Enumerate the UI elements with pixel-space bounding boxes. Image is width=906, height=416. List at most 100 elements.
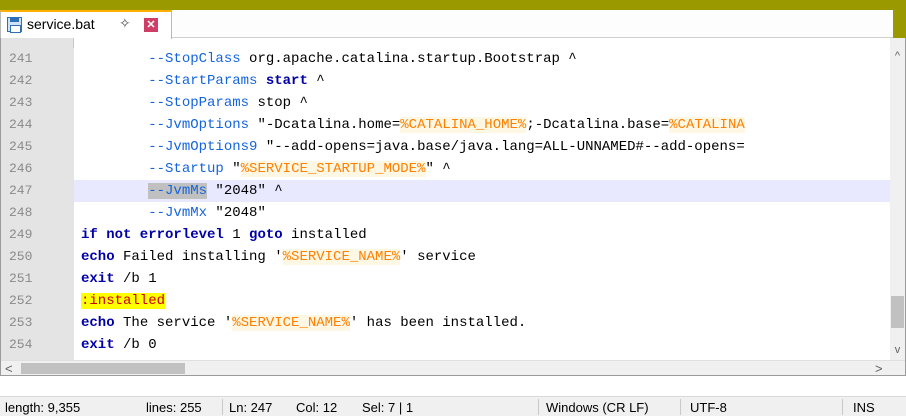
code-line[interactable]: 245 --JvmOptions9 "--add-opens=java.base… <box>1 136 891 158</box>
code-token: --StartParams <box>148 73 258 89</box>
code-token: ' has been installed. <box>349 315 527 331</box>
scroll-right-icon[interactable]: > <box>875 361 883 375</box>
code-token: installed <box>282 227 367 243</box>
code-line[interactable]: 249 if not errorlevel 1 goto installed <box>1 224 891 246</box>
line-code[interactable]: echo The service '%SERVICE_NAME%' has be… <box>81 312 526 334</box>
code-token: /b 1 <box>114 271 157 287</box>
code-token: --StopClass <box>148 51 241 67</box>
line-number: 242 <box>1 70 74 92</box>
scroll-left-icon[interactable]: < <box>5 361 13 375</box>
code-token: ' service <box>400 249 476 265</box>
vertical-scroll-thumb[interactable] <box>891 296 904 328</box>
line-code[interactable]: --JvmMx "2048" <box>81 202 266 224</box>
status-encoding[interactable]: UTF-8 <box>690 400 727 415</box>
line-code[interactable]: --StopParams stop ^ <box>81 92 308 114</box>
vertical-scrollbar[interactable]: ^ v <box>890 38 905 360</box>
code-token: ^ <box>307 73 325 89</box>
code-token: exit <box>81 337 115 353</box>
code-line[interactable]: 242 --StartParams start ^ <box>1 70 891 92</box>
code-token: --JvmOptions <box>148 117 250 133</box>
code-token: echo <box>81 249 115 265</box>
code-token: "2048" ^ <box>207 183 283 199</box>
window-top-stripe <box>0 0 906 10</box>
window-right-stripe <box>893 10 906 38</box>
code-token: %CATALINA_HOME% <box>400 117 527 133</box>
tab-bar: service.bat ✧ ✕ <box>0 10 906 39</box>
code-token: start <box>265 73 308 89</box>
line-code[interactable]: if not errorlevel 1 goto installed <box>81 224 367 246</box>
code-line[interactable]: 246 --Startup "%SERVICE_STARTUP_MODE%" ^ <box>1 158 891 180</box>
code-line[interactable]: 243 --StopParams stop ^ <box>1 92 891 114</box>
line-code[interactable]: --JvmMs "2048" ^ <box>81 180 283 202</box>
status-bar: length: 9,355 lines: 255 Ln: 247 Col: 12… <box>0 396 906 416</box>
line-number: 249 <box>1 224 74 246</box>
code-line[interactable]: 241 --StopClass org.apache.catalina.star… <box>1 48 891 70</box>
code-line[interactable]: 248 --JvmMx "2048" <box>1 202 891 224</box>
line-code[interactable]: :installed <box>81 290 166 312</box>
code-token: echo <box>81 315 115 331</box>
code-lines[interactable]: 241 --StopClass org.apache.catalina.star… <box>1 48 891 375</box>
code-line[interactable]: 251 exit /b 1 <box>1 268 891 290</box>
code-token: "2048" <box>207 205 266 221</box>
code-token: --Startup <box>148 161 224 177</box>
line-code[interactable]: echo Failed installing '%SERVICE_NAME%' … <box>81 246 476 268</box>
code-editor[interactable]: 241 --StopClass org.apache.catalina.star… <box>0 38 906 376</box>
scroll-up-icon[interactable]: ^ <box>890 50 905 64</box>
line-code[interactable]: --JvmOptions9 "--add-opens=java.base/jav… <box>81 136 745 158</box>
line-code[interactable]: --Startup "%SERVICE_STARTUP_MODE%" ^ <box>81 158 451 180</box>
code-token: :installed <box>81 293 166 309</box>
status-eol[interactable]: Windows (CR LF) <box>546 400 649 415</box>
code-token: The service ' <box>114 315 233 331</box>
tab-label: service.bat <box>27 16 95 32</box>
code-token: %SERVICE_STARTUP_MODE% <box>240 161 426 177</box>
code-token: Failed installing ' <box>114 249 283 265</box>
code-token: --JvmMx <box>148 205 208 221</box>
line-number: 244 <box>1 114 74 136</box>
tab-service-bat[interactable]: service.bat ✧ ✕ <box>0 10 172 39</box>
code-line[interactable]: 250 echo Failed installing '%SERVICE_NAME… <box>1 246 891 268</box>
line-number: 254 <box>1 334 74 356</box>
status-insert-mode[interactable]: INS <box>853 400 875 415</box>
pin-icon[interactable]: ✧ <box>119 15 131 32</box>
code-line[interactable]: 247 --JvmMs "2048" ^ <box>1 180 891 202</box>
code-token: if not errorlevel <box>81 227 224 243</box>
horizontal-scroll-thumb[interactable] <box>21 363 185 374</box>
horizontal-scrollbar[interactable]: < > <box>1 360 905 375</box>
line-code[interactable]: --StopClass org.apache.catalina.startup.… <box>81 48 577 70</box>
code-token: org.apache.catalina.startup.Bootstrap ^ <box>240 51 577 67</box>
line-number: 251 <box>1 268 74 290</box>
code-token: --JvmMs <box>148 183 208 199</box>
code-token: %SERVICE_NAME% <box>282 249 401 265</box>
code-token: " ^ <box>425 161 451 177</box>
code-line[interactable]: 254 exit /b 0 <box>1 334 891 356</box>
close-icon[interactable]: ✕ <box>144 18 158 32</box>
scroll-down-icon[interactable]: v <box>890 344 905 358</box>
line-number: 245 <box>1 136 74 158</box>
code-token: ;-Dcatalina.base= <box>526 117 670 133</box>
code-line[interactable]: 252 :installed <box>1 290 891 312</box>
line-code[interactable]: exit /b 1 <box>81 268 157 290</box>
line-number: 248 <box>1 202 74 224</box>
code-token: " <box>223 161 241 177</box>
line-number: 250 <box>1 246 74 268</box>
line-number: 252 <box>1 290 74 312</box>
code-line[interactable]: 253 echo The service '%SERVICE_NAME%' has… <box>1 312 891 334</box>
code-token: goto <box>249 227 283 243</box>
code-line[interactable]: 244 --JvmOptions "-Dcatalina.home=%CATAL… <box>1 114 891 136</box>
status-column: Col: 12 <box>296 400 338 415</box>
line-code[interactable]: exit /b 0 <box>81 334 157 356</box>
line-code[interactable]: --StartParams start ^ <box>81 70 325 92</box>
code-token: exit <box>81 271 115 287</box>
line-number: 246 <box>1 158 74 180</box>
line-number: 247 <box>1 180 74 202</box>
line-number: 243 <box>1 92 74 114</box>
line-code[interactable]: --JvmOptions "-Dcatalina.home=%CATALINA_… <box>81 114 745 136</box>
